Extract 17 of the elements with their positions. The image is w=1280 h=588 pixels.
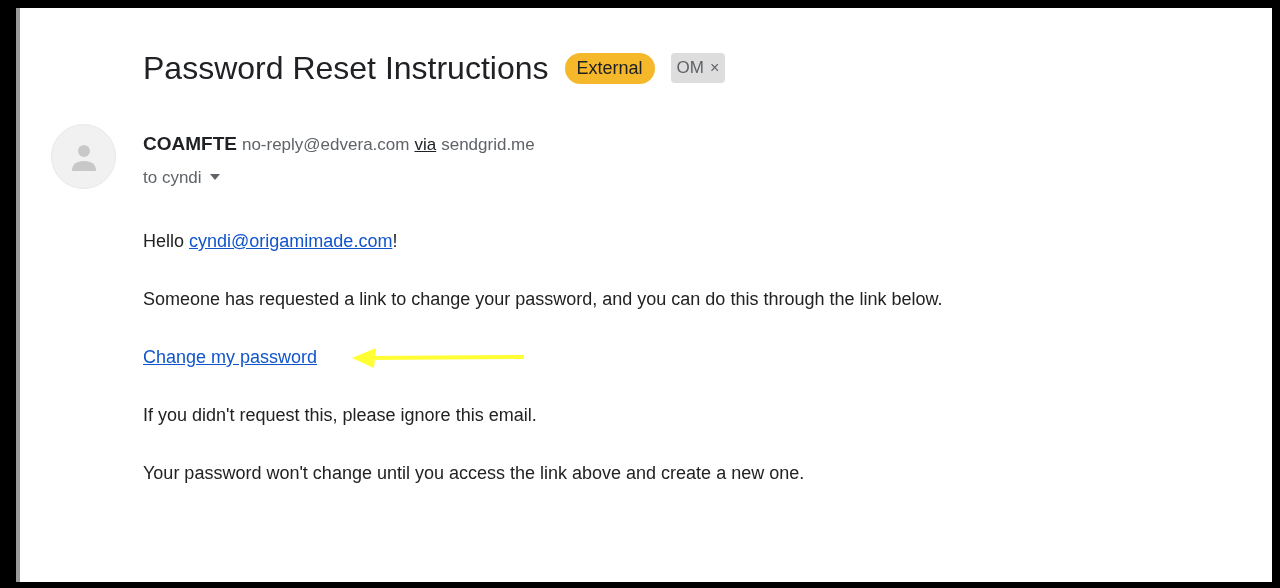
remove-label-button[interactable]: ×: [709, 56, 720, 80]
note-text: If you didn't request this, please ignore this email.: [143, 404, 538, 427]
change-password-link[interactable]: Change my password: [143, 344, 318, 371]
email-link[interactable]: cyndi@origamimade.com: [189, 231, 393, 251]
caret-icon: [209, 174, 220, 181]
sender-name: COAMFTE: [143, 132, 237, 156]
sender-domain: sendgrid.me: [441, 134, 535, 156]
external-badge: External: [564, 52, 655, 84]
email-subject: Password Reset Instructions: [143, 49, 549, 88]
note-text: Your password won't change until you access the link above and create a new one.: [143, 462, 806, 485]
recipients-dropdown[interactable]: to cyndi: [143, 164, 220, 190]
sender-email: no-reply@edvera.com: [241, 134, 410, 156]
arrow-icon: [352, 346, 525, 369]
greeting-text: Hello cyndi@origamimade.com!: [143, 230, 399, 253]
intro-text: Someone has requested a link to change your password, and you can do this through the link below.: [143, 288, 944, 311]
via-link[interactable]: via: [414, 132, 437, 158]
label-text: OM: [676, 57, 704, 80]
